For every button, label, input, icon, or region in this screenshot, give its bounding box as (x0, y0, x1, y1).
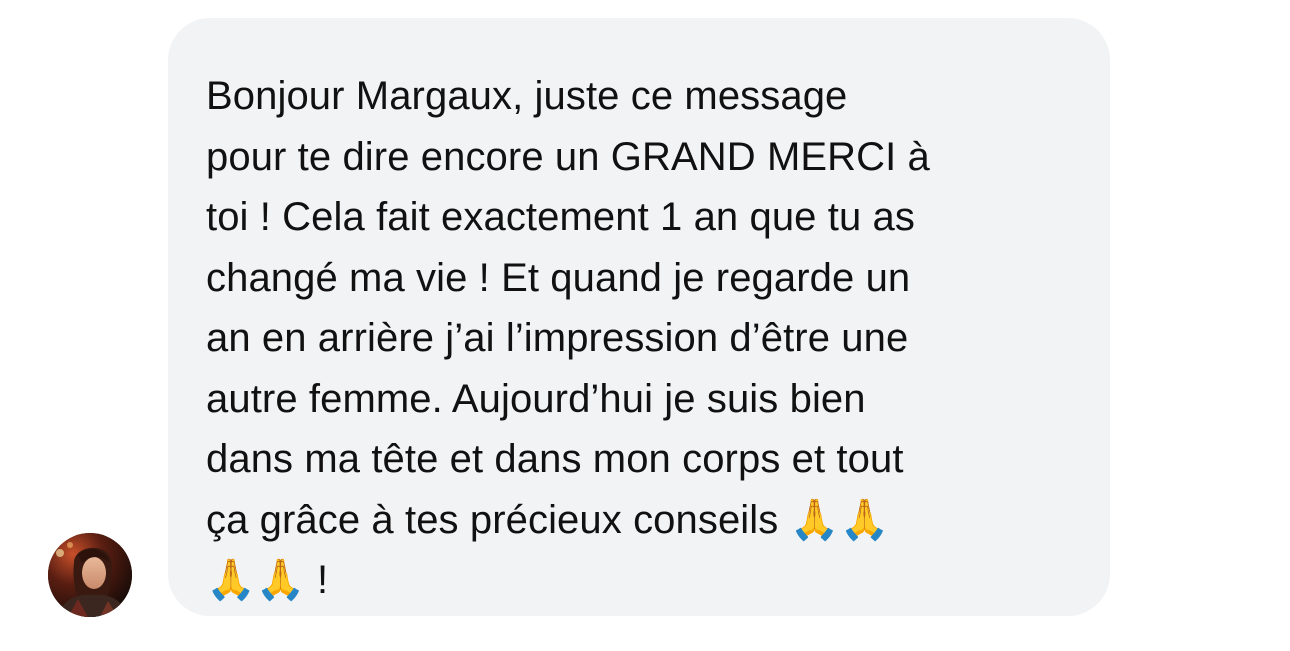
avatar[interactable] (48, 533, 132, 617)
avatar-photo-icon (48, 533, 132, 617)
message-bubble[interactable]: Bonjour Margaux, juste ce message pour t… (168, 18, 1110, 616)
message-text: Bonjour Margaux, juste ce message pour t… (206, 74, 930, 602)
